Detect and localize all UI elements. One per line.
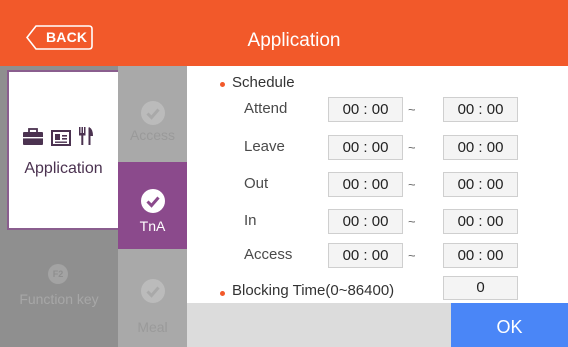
schedule-row-label: Leave <box>244 138 285 155</box>
subcategory-access[interactable]: Access <box>118 66 187 162</box>
category-function-key-label: Function key <box>19 291 99 307</box>
range-separator: ~ <box>408 214 416 229</box>
range-separator: ~ <box>408 177 416 192</box>
header-bar: BACK Application <box>0 0 568 66</box>
id-card-icon <box>51 130 71 146</box>
end-time-field[interactable]: 00 : 00 <box>443 209 518 234</box>
start-time-field[interactable]: 00 : 00 <box>328 209 403 234</box>
category-sidebar: Application F2 Function key <box>0 66 118 347</box>
footer-bar <box>187 303 451 347</box>
end-time-field[interactable]: 00 : 00 <box>443 135 518 160</box>
end-time-field[interactable]: 00 : 00 <box>443 97 518 122</box>
subcategory-access-label: Access <box>129 127 176 143</box>
start-time-field[interactable]: 00 : 00 <box>328 135 403 160</box>
utensils-icon <box>79 127 93 145</box>
check-circle-icon <box>141 189 165 213</box>
schedule-bullet <box>220 82 225 87</box>
range-separator: ~ <box>408 102 416 117</box>
end-time-field[interactable]: 00 : 00 <box>443 243 518 268</box>
schedule-row-label: In <box>244 212 257 229</box>
subcategory-list: Access TnA Meal <box>118 66 187 347</box>
subcategory-tna-label: TnA <box>139 218 166 234</box>
blocking-time-label: Blocking Time(0~86400) <box>232 282 395 299</box>
category-application[interactable]: Application <box>7 70 118 230</box>
start-time-field[interactable]: 00 : 00 <box>328 97 403 122</box>
schedule-row-label: Out <box>244 175 269 192</box>
range-separator: ~ <box>408 248 416 263</box>
f2-key-icon: F2 <box>48 264 68 284</box>
subcategory-meal-label: Meal <box>137 319 168 335</box>
end-time-field[interactable]: 00 : 00 <box>443 172 518 197</box>
subcategory-meal[interactable]: Meal <box>118 249 187 347</box>
schedule-title: Schedule <box>232 74 295 91</box>
blocking-bullet <box>220 291 225 296</box>
range-separator: ~ <box>408 140 416 155</box>
page-title: Application <box>247 30 341 51</box>
start-time-field[interactable]: 00 : 00 <box>328 172 403 197</box>
schedule-row-label: Attend <box>244 100 288 117</box>
ok-button[interactable]: OK <box>451 303 568 347</box>
schedule-row-label: Access <box>244 246 293 263</box>
briefcase-icon <box>23 128 43 145</box>
start-time-field[interactable]: 00 : 00 <box>328 243 403 268</box>
application-icons <box>22 126 94 146</box>
blocking-time-input[interactable]: 0 <box>443 276 518 300</box>
category-application-label: Application <box>24 160 103 177</box>
check-circle-icon <box>141 101 165 125</box>
category-function-key[interactable]: F2 Function key <box>0 234 118 347</box>
subcategory-tna[interactable]: TnA <box>118 162 187 249</box>
check-circle-icon <box>141 279 165 303</box>
